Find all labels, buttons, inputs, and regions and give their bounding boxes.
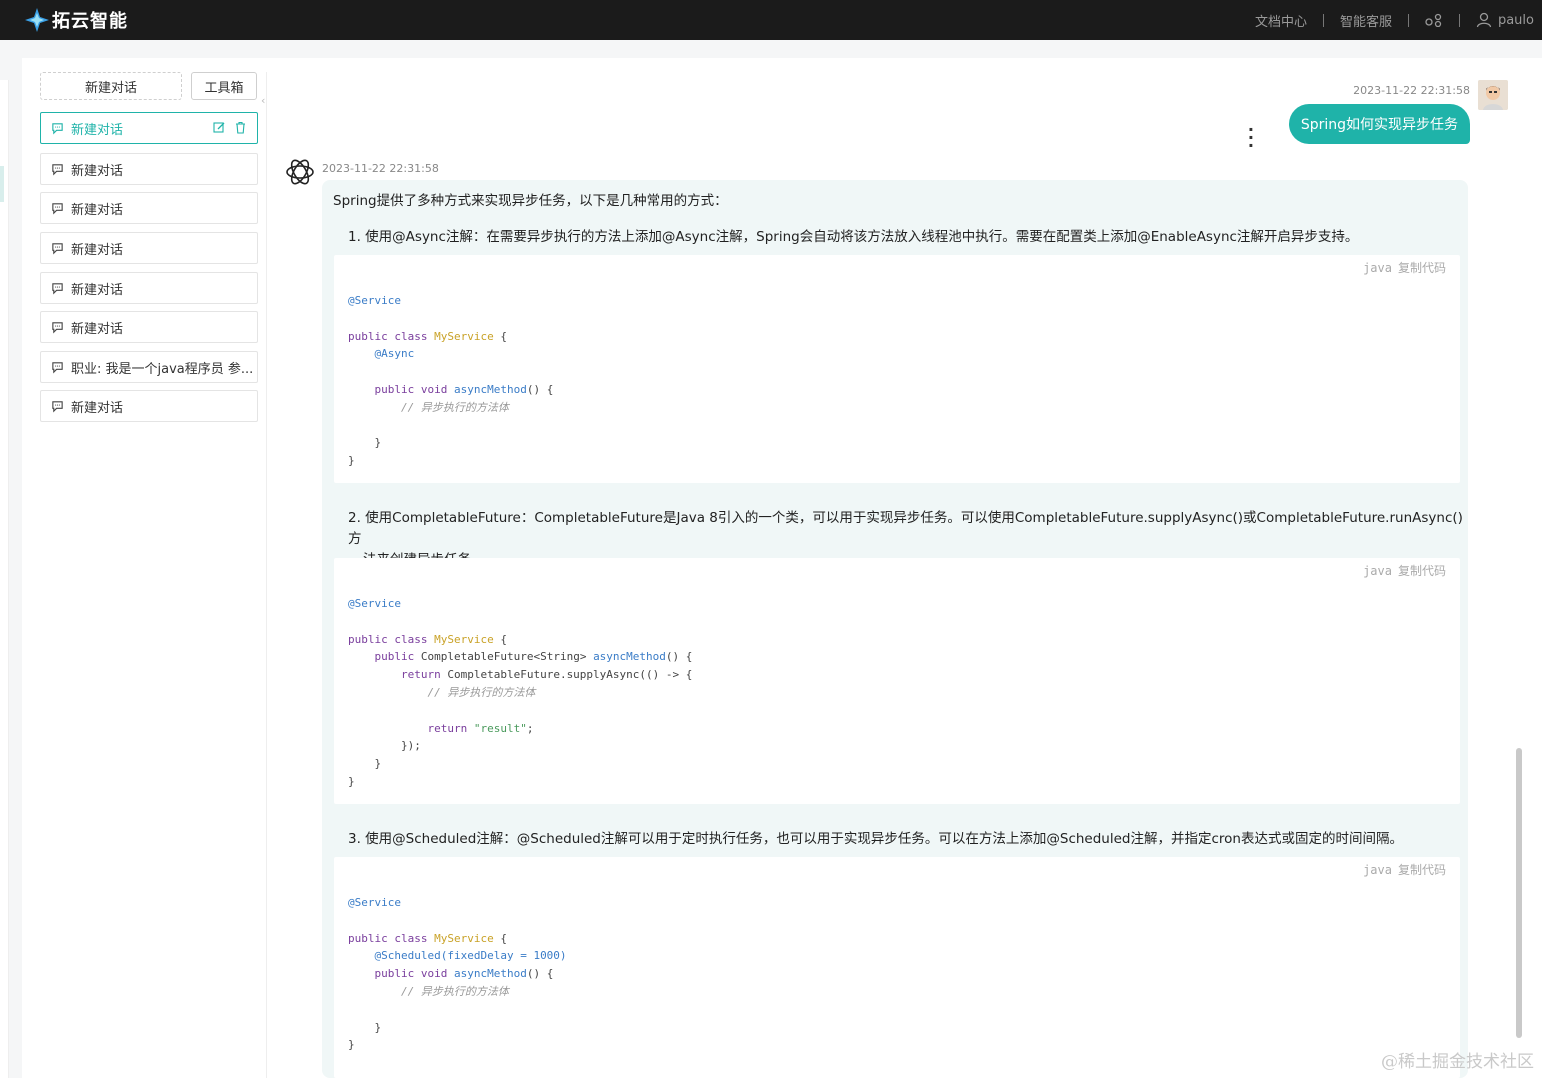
conversation-label: 新建对话 <box>71 242 124 258</box>
chat-bubble-icon <box>52 321 63 333</box>
collapse-sidebar-icon[interactable]: ‹ <box>261 94 265 107</box>
conversation-item[interactable]: 新建对话 <box>40 232 258 264</box>
logo-icon <box>25 8 49 32</box>
user-icon <box>1476 12 1492 28</box>
conversation-label: 职业: 我是一个java程序员 参... <box>71 361 254 377</box>
chat-bubble-icon <box>52 163 63 175</box>
chatgpt-bot-icon <box>286 159 314 185</box>
bot-message-bubble: Spring提供了多种方式来实现异步任务，以下是几种常用的方式： 1. 使用@A… <box>322 180 1468 1078</box>
answer-intro: Spring提供了多种方式来实现异步任务，以下是几种常用的方式： <box>333 193 728 209</box>
conversation-item[interactable]: 新建对话 <box>40 390 258 422</box>
chat-bubble-icon <box>52 400 63 412</box>
top-nav: 文档中心 智能客服 paulo <box>1255 0 1534 40</box>
chat-bubble-icon <box>52 202 63 214</box>
nav-docs-center[interactable]: 文档中心 <box>1255 11 1307 30</box>
top-bar: 拓云智能 文档中心 智能客服 paulo <box>0 0 1542 40</box>
logo[interactable]: 拓云智能 <box>24 6 128 34</box>
conversation-item[interactable]: 新建对话 <box>40 311 258 343</box>
conversation-item[interactable]: 新建对话 <box>40 153 258 185</box>
chat-area: 2023-11-22 22:31:58 Spring如何实现异步任务 · · · 2… <box>284 72 1514 1078</box>
user-menu[interactable]: paulo <box>1476 12 1534 28</box>
conversation-label: 新建对话 <box>71 202 124 218</box>
code-content: @Service public class MyService { public… <box>348 597 693 788</box>
conversation-sidebar: 新建对话 工具箱 新建对话 新建对话 新建对话 新建对话 新建对话 新建对话 职业: 我是一… <box>40 72 258 422</box>
conversation-label: 新建对话 <box>71 282 124 298</box>
chat-bubble-icon <box>52 242 63 254</box>
edit-icon[interactable] <box>213 121 226 134</box>
bot-message-time: 2023-11-22 22:31:58 <box>322 162 439 175</box>
code-lang-label: java <box>1363 564 1392 578</box>
username: paulo <box>1497 12 1534 28</box>
nav-divider <box>1322 13 1324 27</box>
code-block-1: java 复制代码 @Service public class MyService… <box>334 255 1460 483</box>
answer-point-2-line-1: 2. 使用CompletableFuture：CompletableFuture… <box>348 510 1463 547</box>
user-message-bubble: Spring如何实现异步任务 <box>1288 104 1470 144</box>
user-message-time: 2023-11-22 22:31:58 <box>1353 84 1470 97</box>
chat-bubble-icon <box>52 282 63 294</box>
conversation-item[interactable]: 新建对话 <box>40 192 258 224</box>
left-edge-strip <box>0 80 9 1078</box>
message-more-icon[interactable]: · · · <box>1248 122 1254 154</box>
nav-divider <box>1407 13 1409 27</box>
code-block-3: java 复制代码 @Service public class MyService… <box>334 857 1460 1078</box>
watermark: @稀土掘金技术社区 <box>1381 1052 1534 1072</box>
new-chat-button[interactable]: 新建对话 <box>40 72 182 100</box>
user-avatar <box>1478 80 1508 110</box>
sidebar-divider <box>266 72 267 1078</box>
conversation-label: 新建对话 <box>71 400 124 416</box>
nav-divider <box>1458 13 1460 27</box>
nav-smart-service[interactable]: 智能客服 <box>1340 11 1392 30</box>
code-lang-label: java <box>1363 863 1392 877</box>
code-content: @Service public class MyService { @Sched… <box>348 896 567 1052</box>
answer-point-3: 3. 使用@Scheduled注解：@Scheduled注解可以用于定时执行任务… <box>348 831 1403 847</box>
copy-code-button[interactable]: 复制代码 <box>1398 564 1446 578</box>
brand-name: 拓云智能 <box>52 11 128 32</box>
delete-icon[interactable] <box>234 121 247 134</box>
conversation-item[interactable]: 新建对话 <box>40 112 258 144</box>
share-icon[interactable] <box>1425 13 1443 27</box>
chat-scrollbar[interactable] <box>1516 748 1522 1038</box>
answer-point-1: 1. 使用@Async注解：在需要异步执行的方法上添加@Async注解，Spri… <box>348 229 1359 245</box>
conversation-item[interactable]: 新建对话 <box>40 272 258 304</box>
chat-bubble-icon <box>52 122 63 134</box>
chat-bubble-icon <box>52 361 63 373</box>
code-lang-label: java <box>1363 261 1392 275</box>
conversation-label: 新建对话 <box>71 321 124 337</box>
conversation-item[interactable]: 职业: 我是一个java程序员 参... <box>40 351 258 383</box>
code-content: @Service public class MyService { @Async… <box>348 294 554 468</box>
copy-code-button[interactable]: 复制代码 <box>1398 863 1446 877</box>
copy-code-button[interactable]: 复制代码 <box>1398 261 1446 275</box>
toolbox-button[interactable]: 工具箱 <box>191 72 257 100</box>
conversation-label: 新建对话 <box>71 122 124 138</box>
code-block-2: java 复制代码 @Service public class MyService… <box>334 558 1460 804</box>
conversation-label: 新建对话 <box>71 163 124 179</box>
